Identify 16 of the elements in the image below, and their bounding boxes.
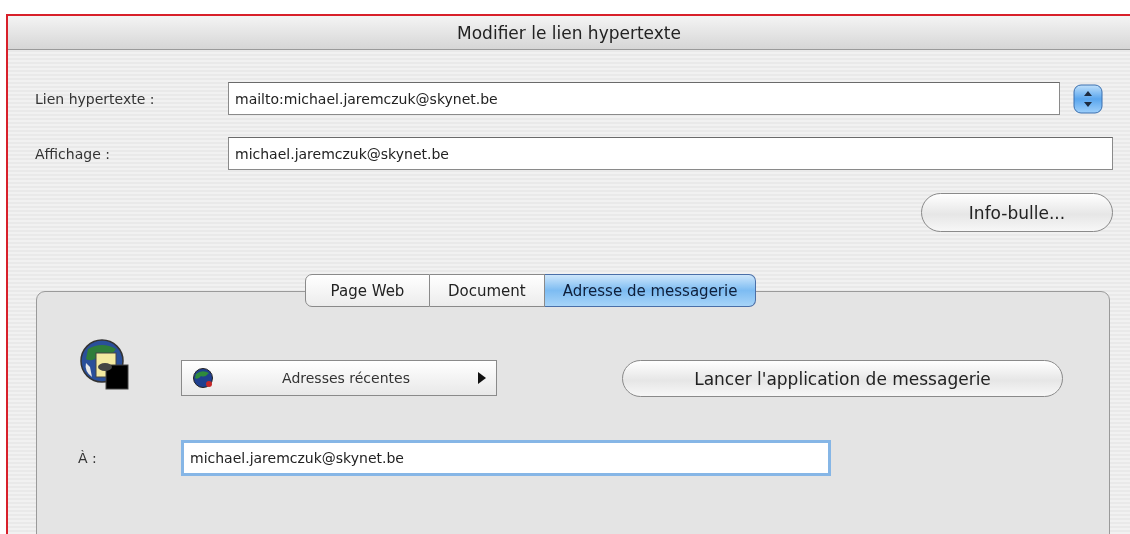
globe-icon [192, 367, 214, 389]
tab[interactable]: Adresse de messagerie [544, 274, 757, 307]
launch-mail-app-button[interactable]: Lancer l'application de messagerie [622, 360, 1063, 397]
submenu-arrow-icon [478, 372, 486, 384]
tab[interactable]: Page Web [305, 274, 430, 307]
window-title: Modifier le lien hypertexte [457, 22, 681, 43]
recent-addresses-menu[interactable]: Adresses récentes [181, 360, 497, 396]
field-label: Lien hypertexte : [35, 90, 156, 107]
field-label: Affichage : [35, 145, 111, 162]
tooltip-button[interactable]: Info-bulle... [921, 193, 1113, 232]
tab[interactable]: Document [430, 274, 545, 307]
text-field[interactable]: michael.jaremczuk@skynet.be [228, 137, 1113, 170]
recipient-field[interactable]: michael.jaremczuk@skynet.be [181, 440, 831, 476]
stepper-icon[interactable] [1073, 83, 1103, 114]
to-label: À : [78, 450, 98, 466]
text-field[interactable]: mailto:michael.jaremczuk@skynet.be [228, 82, 1060, 115]
